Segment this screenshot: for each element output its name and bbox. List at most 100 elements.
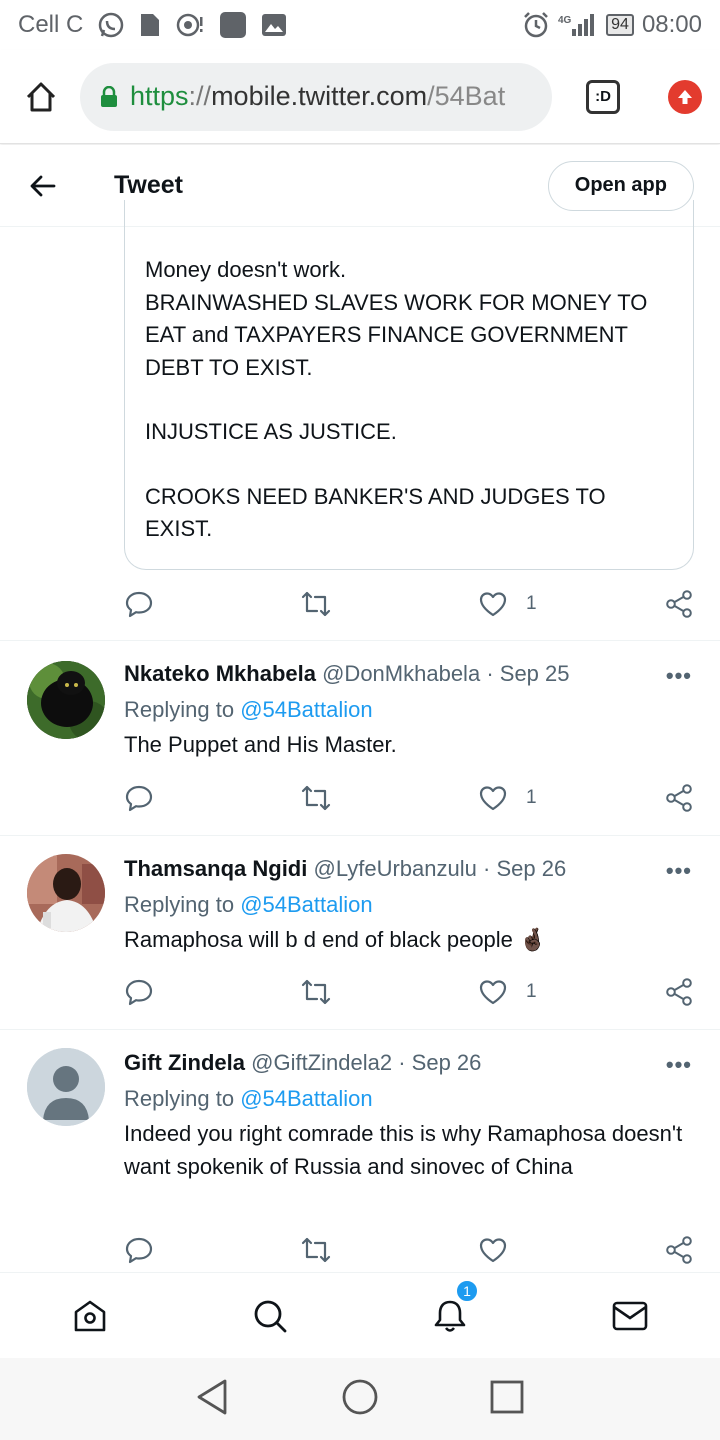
share-icon bbox=[666, 590, 692, 618]
browser-toolbar: https://mobile.twitter.com/54Bat :D bbox=[0, 50, 720, 144]
mail-icon bbox=[612, 1301, 648, 1330]
whatsapp-icon bbox=[97, 11, 125, 39]
back-arrow-icon bbox=[30, 175, 56, 196]
alarm-icon bbox=[522, 11, 550, 39]
status-bar: Cell C 4G 94 08:00 bbox=[0, 0, 720, 50]
like-button[interactable]: 1 bbox=[478, 977, 537, 1007]
tweet-actions: 1 bbox=[124, 972, 696, 1012]
retweet-icon bbox=[301, 1237, 331, 1263]
like-count: 1 bbox=[526, 981, 537, 1002]
notification-badge: 1 bbox=[455, 1278, 479, 1303]
signal-icon: 4G bbox=[558, 12, 598, 38]
retweet-button[interactable] bbox=[300, 783, 332, 813]
system-recents-button[interactable] bbox=[489, 1379, 525, 1420]
user-handle[interactable]: @DonMkhabela bbox=[322, 661, 480, 686]
user-handle[interactable]: @GiftZindela2 bbox=[251, 1050, 392, 1075]
retweet-button[interactable] bbox=[300, 1235, 332, 1265]
replying-to: Replying to @54Battalion bbox=[124, 697, 373, 723]
lock-icon bbox=[100, 85, 118, 108]
square-recents-icon bbox=[490, 1380, 524, 1413]
tweet-text: Indeed you right comrade this is why Ram… bbox=[124, 1121, 683, 1179]
browser-home-button[interactable] bbox=[16, 72, 66, 122]
system-home-button[interactable] bbox=[340, 1377, 380, 1422]
address-bar[interactable]: https://mobile.twitter.com/54Bat bbox=[80, 62, 552, 131]
more-options-button[interactable]: ••• bbox=[666, 858, 692, 884]
like-count: 1 bbox=[526, 787, 537, 808]
home-icon bbox=[74, 1300, 106, 1331]
reply-icon bbox=[125, 1237, 153, 1264]
clock: 08:00 bbox=[641, 11, 702, 38]
page-title: Tweet bbox=[114, 171, 183, 199]
url-separator: :// bbox=[188, 81, 212, 111]
replying-prefix: Replying to bbox=[124, 892, 235, 917]
reply-icon bbox=[125, 591, 153, 618]
tweet-date[interactable]: Sep 26 bbox=[496, 856, 566, 881]
reply-header: Nkateko Mkhabela @DonMkhabela · Sep 25 bbox=[124, 661, 570, 687]
system-back-button[interactable] bbox=[195, 1377, 231, 1422]
tweet-text: Ramaphosa will b d end of black people 🤞… bbox=[124, 927, 547, 952]
share-icon bbox=[666, 784, 692, 812]
url-host: mobile.twitter.com bbox=[211, 81, 428, 111]
tweet-actions bbox=[124, 1230, 696, 1270]
retweet-button[interactable] bbox=[300, 589, 332, 619]
avatar[interactable] bbox=[27, 661, 105, 739]
replying-prefix: Replying to bbox=[124, 697, 235, 722]
share-button[interactable] bbox=[664, 783, 694, 813]
nav-messages[interactable] bbox=[605, 1291, 655, 1341]
quoted-text-line: CROOKS NEED BANKER'S AND JUDGES TO EXIST… bbox=[145, 483, 606, 542]
nav-home[interactable] bbox=[65, 1291, 115, 1341]
avatar[interactable] bbox=[27, 854, 105, 932]
display-name[interactable]: Gift Zindela bbox=[124, 1050, 245, 1075]
reply-button[interactable] bbox=[124, 977, 154, 1007]
more-options-button[interactable]: ••• bbox=[666, 663, 692, 689]
like-button[interactable] bbox=[478, 1235, 526, 1265]
share-button[interactable] bbox=[664, 1235, 694, 1265]
reply-icon bbox=[125, 979, 153, 1006]
tweet-date[interactable]: Sep 25 bbox=[500, 661, 570, 686]
back-button[interactable] bbox=[26, 169, 60, 203]
bottom-navigation: 1 bbox=[0, 1272, 720, 1358]
tab-switcher-button[interactable]: :D bbox=[586, 79, 620, 114]
like-button[interactable]: 1 bbox=[478, 589, 537, 619]
display-name[interactable]: Thamsanqa Ngidi bbox=[124, 856, 307, 881]
user-handle[interactable]: @LyfeUrbanzulu bbox=[313, 856, 476, 881]
nav-search[interactable] bbox=[245, 1291, 295, 1341]
replying-prefix: Replying to bbox=[124, 1086, 235, 1111]
hotspot-icon bbox=[175, 12, 205, 38]
gallery-icon bbox=[261, 13, 287, 37]
reply-tweet[interactable]: Nkateko Mkhabela @DonMkhabela · Sep 25 •… bbox=[0, 641, 720, 835]
mention-link[interactable]: @54Battalion bbox=[240, 1086, 372, 1111]
share-button[interactable] bbox=[664, 589, 694, 619]
reply-button[interactable] bbox=[124, 1235, 154, 1265]
share-button[interactable] bbox=[664, 977, 694, 1007]
retweet-icon bbox=[301, 591, 331, 617]
reply-tweet[interactable]: Gift Zindela @GiftZindela2 · Sep 26 ••• … bbox=[0, 1030, 720, 1272]
system-navigation-bar bbox=[0, 1358, 720, 1440]
more-options-button[interactable]: ••• bbox=[666, 1052, 692, 1078]
reply-tweet[interactable]: Thamsanqa Ngidi @LyfeUrbanzulu · Sep 26 … bbox=[0, 836, 720, 1030]
tweet-date[interactable]: Sep 26 bbox=[412, 1050, 482, 1075]
quoted-text-line: BRAINWASHED SLAVES WORK FOR MONEY TO EAT… bbox=[145, 289, 648, 380]
mention-link[interactable]: @54Battalion bbox=[240, 892, 372, 917]
tweet-actions: 1 bbox=[124, 584, 696, 624]
separator-dot: · bbox=[483, 856, 491, 881]
heart-icon bbox=[479, 786, 507, 811]
avatar[interactable] bbox=[27, 1048, 105, 1126]
display-name[interactable]: Nkateko Mkhabela bbox=[124, 661, 316, 686]
retweet-button[interactable] bbox=[300, 977, 332, 1007]
retweet-icon bbox=[301, 979, 331, 1005]
reply-button[interactable] bbox=[124, 783, 154, 813]
url-path: /54Bat bbox=[427, 81, 506, 111]
update-button[interactable] bbox=[668, 79, 702, 114]
heart-icon bbox=[479, 980, 507, 1005]
sim-card-icon bbox=[139, 12, 161, 38]
mention-link[interactable]: @54Battalion bbox=[240, 697, 372, 722]
reply-button[interactable] bbox=[124, 589, 154, 619]
like-button[interactable]: 1 bbox=[478, 783, 537, 813]
retweet-icon bbox=[301, 785, 331, 811]
replying-to: Replying to @54Battalion bbox=[124, 1086, 373, 1112]
search-icon bbox=[254, 1300, 287, 1332]
separator-dot: · bbox=[398, 1050, 406, 1075]
nav-notifications[interactable]: 1 bbox=[425, 1278, 479, 1341]
quoted-tweet-card[interactable]: Money doesn't work. BRAINWASHED SLAVES W… bbox=[124, 200, 694, 570]
